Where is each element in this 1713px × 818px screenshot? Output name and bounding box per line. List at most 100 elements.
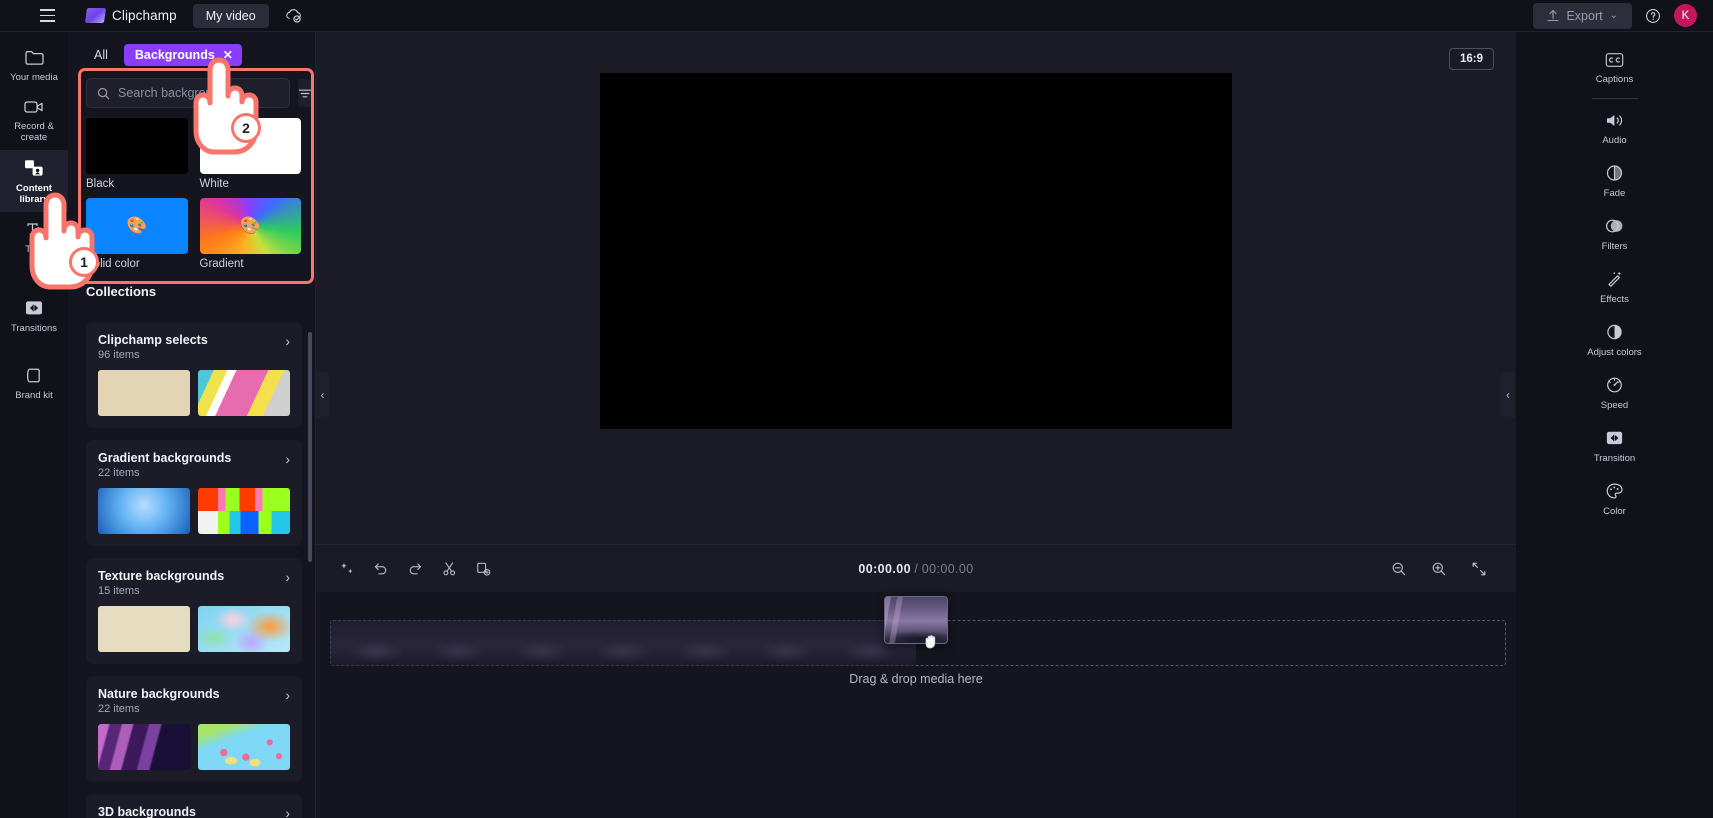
collection-thumb[interactable] (198, 724, 290, 770)
tab-all[interactable]: All (86, 44, 116, 66)
sidebar-item-record-create[interactable]: Record & create (0, 90, 68, 150)
chevron-right-icon[interactable]: › (285, 805, 290, 818)
timeline-timecode: 00:00.00 / 00:00.00 (316, 562, 1516, 576)
collection-card-3d-backgrounds[interactable]: 3D backgrounds 79 items › (86, 794, 302, 818)
collection-header: 3D backgrounds 79 items › (98, 805, 290, 818)
sidebar-item-content-library[interactable]: Content library (0, 150, 68, 212)
background-white[interactable]: White (199, 118, 301, 190)
contrast-icon (1607, 324, 1622, 340)
sidebar-item-transitions[interactable]: Transitions (0, 290, 68, 341)
search-icon (97, 87, 110, 99)
video-canvas[interactable] (600, 73, 1232, 429)
collection-card-nature-backgrounds[interactable]: Nature backgrounds 22 items › (86, 676, 302, 782)
panel-scrollbar[interactable] (308, 332, 312, 562)
aspect-ratio-badge[interactable]: 16:9 (1448, 48, 1494, 70)
background-thumb[interactable] (199, 118, 301, 174)
collapse-right-panel-handle[interactable]: ‹ (1501, 372, 1515, 418)
sidebar-item-brand-kit[interactable]: Brand kit (0, 357, 68, 408)
duplicate-icon[interactable] (470, 556, 496, 582)
quick-backgrounds-grid: Black White 🎨 Solid color 🎨 Gradient (68, 118, 315, 270)
search-box[interactable] (86, 78, 290, 108)
export-button[interactable]: Export ⌄ (1533, 2, 1632, 29)
redo-icon[interactable] (402, 556, 428, 582)
collection-thumb[interactable] (98, 488, 190, 534)
chevron-right-icon[interactable]: › (285, 451, 290, 467)
sidebar-item-label: Your media (10, 72, 58, 83)
collection-thumbs (98, 488, 290, 534)
collection-thumb[interactable] (98, 606, 190, 652)
search-input[interactable] (118, 86, 279, 100)
fit-to-screen-icon[interactable] (1466, 556, 1492, 582)
background-thumb[interactable]: 🎨 (86, 198, 188, 254)
export-label: Export (1566, 8, 1603, 23)
chevron-right-icon[interactable]: › (285, 687, 290, 703)
text-icon (26, 223, 41, 235)
collection-header: Clipchamp selects 96 items › (98, 333, 290, 361)
property-item-adjust-colors[interactable]: Adjust colors (1516, 313, 1713, 366)
background-thumb[interactable] (86, 118, 188, 174)
total-time: 00:00.00 (921, 561, 974, 576)
collection-title: Clipchamp selects (98, 333, 208, 347)
timeline-body[interactable]: Drag & drop media here (316, 592, 1516, 818)
magic-wand-icon[interactable] (334, 556, 360, 582)
collection-thumb[interactable] (198, 488, 290, 534)
collection-thumb[interactable] (198, 606, 290, 652)
palette-icon: 🎨 (126, 216, 148, 235)
collection-card-texture-backgrounds[interactable]: Texture backgrounds 15 items › (86, 558, 302, 664)
undo-icon[interactable] (368, 556, 394, 582)
close-icon[interactable]: ✕ (223, 48, 233, 62)
filter-icon[interactable] (298, 79, 312, 107)
closed-captions-icon (1605, 53, 1624, 67)
chevron-right-icon[interactable]: › (285, 333, 290, 349)
zoom-in-icon[interactable] (1426, 556, 1452, 582)
property-item-effects[interactable]: Effects (1516, 260, 1713, 313)
help-circle-icon[interactable] (1642, 5, 1664, 27)
hamburger-icon[interactable] (30, 0, 64, 32)
chevron-right-icon[interactable]: › (285, 569, 290, 585)
cloud-saved-icon[interactable] (283, 5, 305, 27)
property-item-audio[interactable]: Audio (1516, 102, 1713, 154)
property-item-label: Adjust colors (1587, 347, 1642, 358)
collection-thumb[interactable] (198, 370, 290, 416)
avatar[interactable]: K (1674, 4, 1697, 27)
collapse-left-panel-handle[interactable]: ‹ (316, 372, 329, 418)
scissors-icon[interactable] (436, 556, 462, 582)
collection-card-clipchamp-selects[interactable]: Clipchamp selects 96 items › (86, 322, 302, 428)
collection-card-gradient-backgrounds[interactable]: Gradient backgrounds 22 items › (86, 440, 302, 546)
drag-hand-cursor-icon (920, 630, 942, 652)
collections-list[interactable]: Clipchamp selects 96 items › Gradient ba… (68, 322, 316, 818)
zoom-out-icon[interactable] (1386, 556, 1412, 582)
timeline-toolbar: 00:00.00 / 00:00.00 (316, 544, 1516, 592)
collection-thumb[interactable] (98, 724, 190, 770)
background-gradient[interactable]: 🎨 Gradient (199, 198, 301, 270)
sidebar-item-text[interactable]: Text (0, 212, 68, 262)
sidebar-item-your-media[interactable]: Your media (0, 40, 68, 90)
property-item-speed[interactable]: Speed (1516, 366, 1713, 419)
drop-hint-label: Drag & drop media here (849, 672, 983, 686)
collection-title: 3D backgrounds (98, 805, 196, 818)
property-item-label: Filters (1601, 241, 1628, 252)
property-item-captions[interactable]: Captions (1516, 42, 1713, 93)
sidebar-item-label: Brand kit (15, 390, 53, 401)
tab-backgrounds-chip[interactable]: Backgrounds ✕ (123, 44, 242, 66)
collection-thumbs (98, 724, 290, 770)
property-item-transition[interactable]: Transition (1516, 419, 1713, 472)
palette-icon: 🎨 (239, 216, 261, 235)
property-item-label: Audio (1602, 135, 1627, 146)
preview-area: 16:9 (316, 32, 1516, 544)
project-tab[interactable]: My video (192, 3, 269, 28)
collection-count: 22 items (98, 703, 140, 715)
timeline-zoom-controls (1386, 556, 1516, 582)
property-item-fade[interactable]: Fade (1516, 154, 1713, 207)
collection-thumbs (98, 370, 290, 416)
collection-thumb[interactable] (98, 370, 190, 416)
background-solid-color[interactable]: 🎨 Solid color (86, 198, 188, 270)
background-thumb[interactable]: 🎨 (199, 198, 301, 254)
collection-thumbs (98, 606, 290, 652)
brand: Clipchamp (84, 8, 177, 23)
property-item-color[interactable]: Color (1516, 472, 1713, 525)
timeline-ghost-clip (330, 620, 916, 666)
collection-header: Texture backgrounds 15 items › (98, 569, 290, 597)
background-black[interactable]: Black (86, 118, 188, 190)
property-item-filters[interactable]: Filters (1516, 207, 1713, 260)
